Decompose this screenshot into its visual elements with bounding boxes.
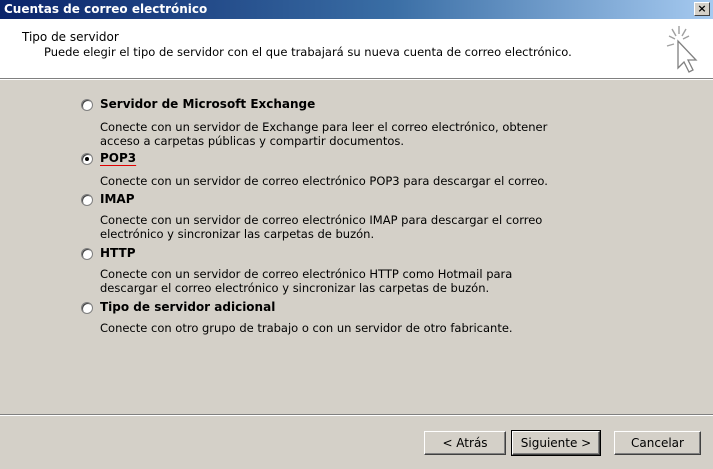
option-additional-label[interactable]: Tipo de servidor adicional: [100, 300, 275, 314]
close-button[interactable]: ×: [694, 2, 710, 16]
radio-http[interactable]: [81, 248, 93, 260]
window-title: Cuentas de correo electrónico: [4, 2, 208, 16]
footer-divider: [0, 414, 713, 416]
option-pop3-description: Conecte con un servidor de correo electr…: [100, 174, 548, 188]
page-subtitle: Puede elegir el tipo de servidor con el …: [44, 45, 572, 59]
wizard-header: Tipo de servidor Puede elegir el tipo de…: [0, 19, 713, 78]
option-exchange-description: Conecte con un servidor de Exchange para…: [100, 120, 548, 148]
option-imap-description: Conecte con un servidor de correo electr…: [100, 213, 543, 241]
radio-additional[interactable]: [81, 302, 93, 314]
page-title: Tipo de servidor: [22, 30, 119, 44]
option-pop3-label[interactable]: POP3: [100, 151, 136, 165]
option-exchange-label[interactable]: Servidor de Microsoft Exchange: [100, 97, 315, 111]
radio-pop3[interactable]: [81, 153, 93, 165]
title-bar[interactable]: Cuentas de correo electrónico ×: [0, 0, 713, 19]
option-http-description: Conecte con un servidor de correo electr…: [100, 267, 513, 295]
wizard-sparkle-cursor-icon: [666, 26, 698, 73]
option-additional-description: Conecte con otro grupo de trabajo o con …: [100, 321, 513, 335]
option-imap-label[interactable]: IMAP: [100, 192, 135, 206]
header-divider: [0, 78, 713, 80]
back-button[interactable]: < Atrás: [424, 431, 506, 455]
radio-selected-dot: [85, 157, 89, 161]
cancel-button[interactable]: Cancelar: [614, 431, 701, 455]
option-http-label[interactable]: HTTP: [100, 246, 135, 260]
radio-exchange[interactable]: [81, 99, 93, 111]
next-button[interactable]: Siguiente >: [511, 430, 601, 456]
radio-imap[interactable]: [81, 194, 93, 206]
